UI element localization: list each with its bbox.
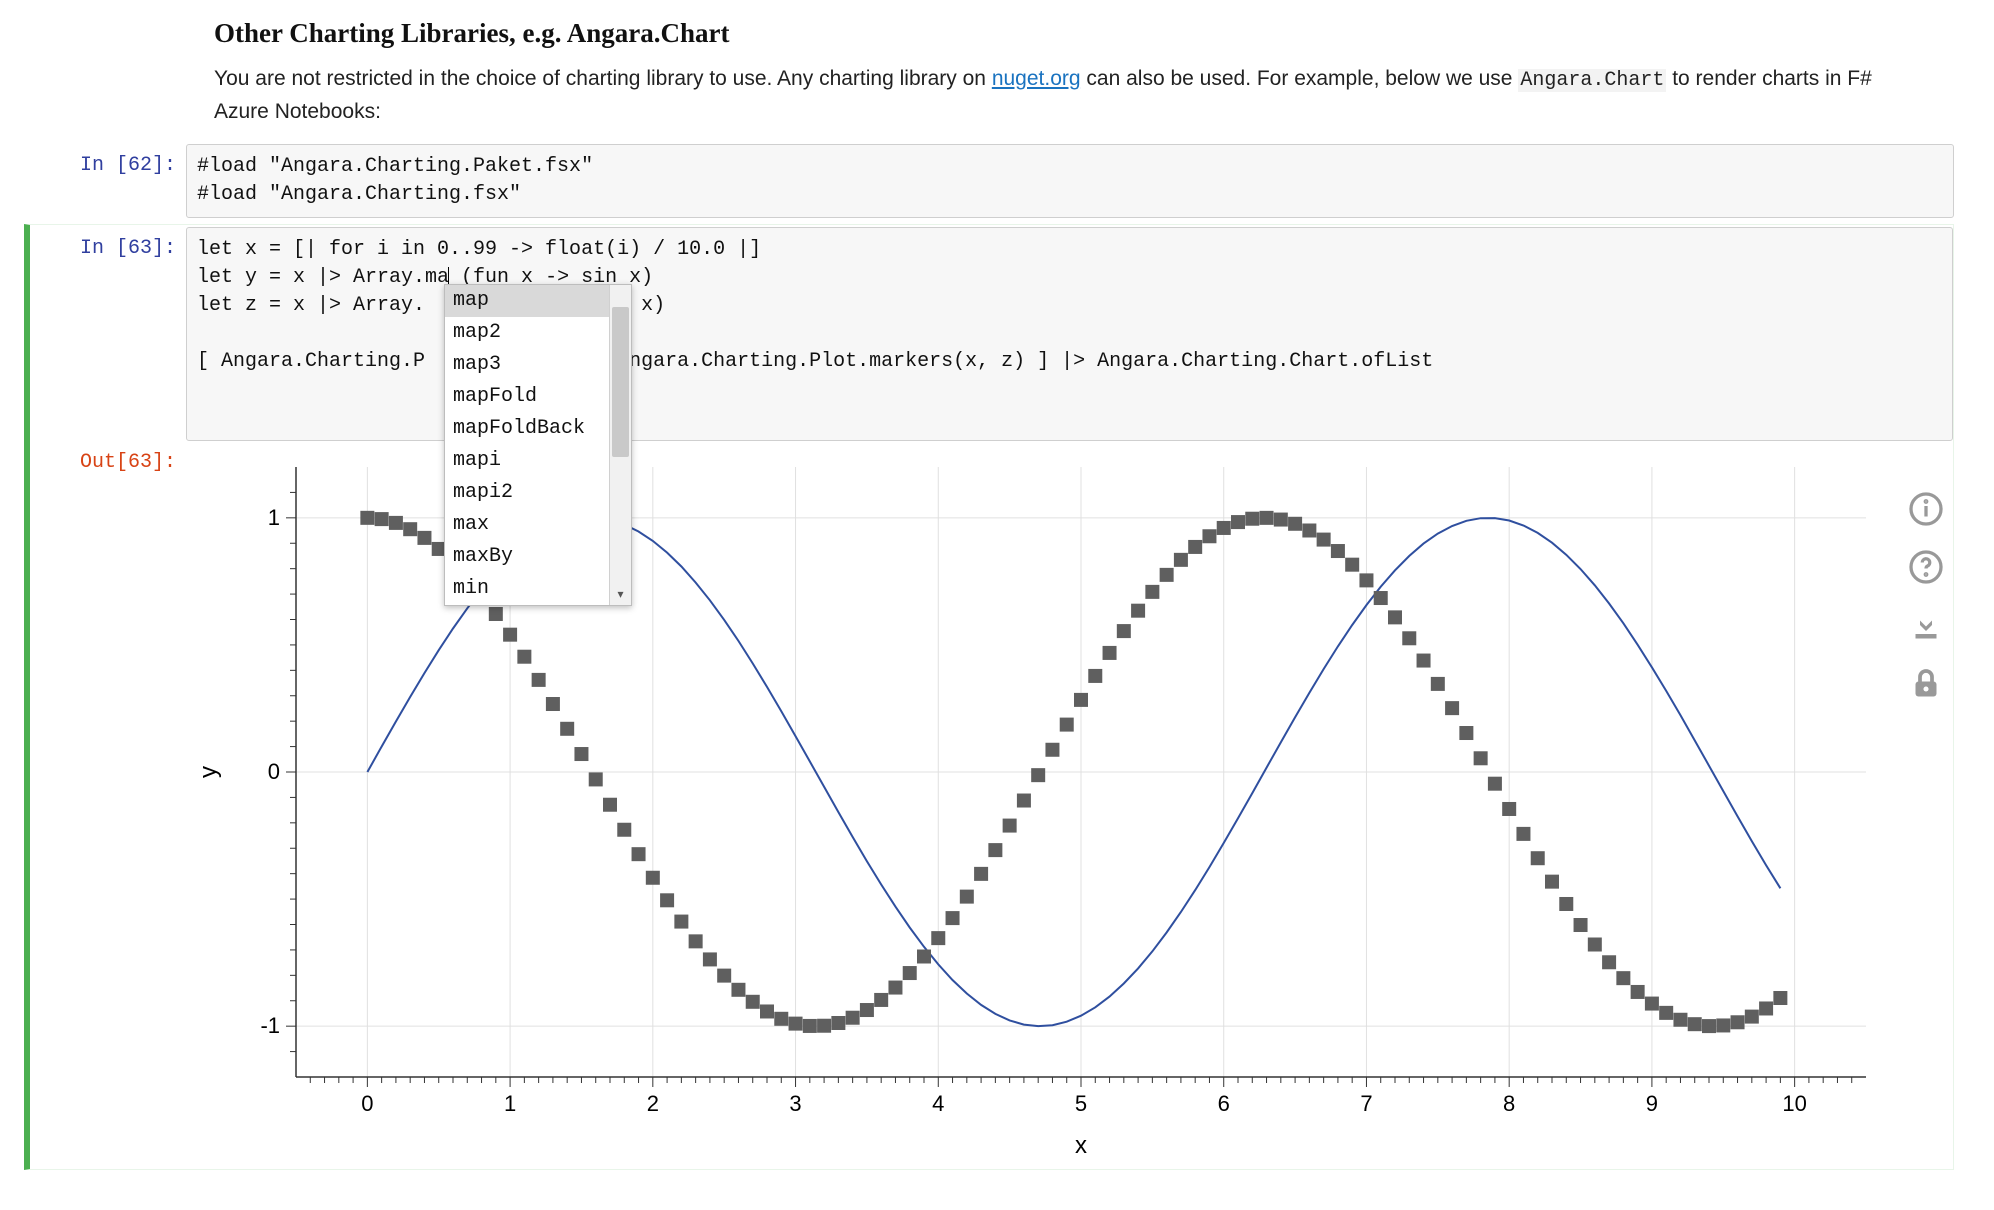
code-cell-63[interactable]: In [63]: let x = [| for i in 0..99 -> fl… xyxy=(24,224,1954,1170)
prompt-in-62: In [62]: xyxy=(30,144,186,218)
svg-text:7: 7 xyxy=(1360,1091,1372,1116)
svg-text:8: 8 xyxy=(1503,1091,1515,1116)
info-icon[interactable] xyxy=(1904,487,1948,531)
svg-text:2: 2 xyxy=(647,1091,659,1116)
body-text: You are not restricted in the choice of … xyxy=(214,67,992,90)
svg-text:6: 6 xyxy=(1218,1091,1230,1116)
scroll-thumb[interactable] xyxy=(612,307,629,457)
markdown-output: Other Charting Libraries, e.g. Angara.Ch… xyxy=(214,18,1914,128)
svg-text:5: 5 xyxy=(1075,1091,1087,1116)
lock-icon[interactable] xyxy=(1904,661,1948,705)
prompt-in-63: In [63]: xyxy=(30,227,186,441)
svg-text:9: 9 xyxy=(1646,1091,1658,1116)
autocomplete-item[interactable]: min xyxy=(445,573,609,605)
section-heading: Other Charting Libraries, e.g. Angara.Ch… xyxy=(214,18,1914,49)
autocomplete-item[interactable]: map3 xyxy=(445,349,609,381)
autocomplete-item[interactable]: map xyxy=(445,285,609,317)
angara-chart-code: Angara.Chart xyxy=(1518,69,1666,92)
scroll-down-arrow[interactable]: ▾ xyxy=(610,585,631,605)
svg-text:1: 1 xyxy=(504,1091,516,1116)
svg-text:-1: -1 xyxy=(260,1013,280,1038)
svg-text:4: 4 xyxy=(932,1091,944,1116)
body-text: can also be used. For example, below we … xyxy=(1086,67,1518,90)
svg-text:y: y xyxy=(195,766,222,778)
download-icon[interactable] xyxy=(1904,603,1948,647)
autocomplete-item[interactable]: max xyxy=(445,509,609,541)
chart-toolbar xyxy=(1904,487,1948,705)
code-editor-62[interactable]: #load "Angara.Charting.Paket.fsx" #load … xyxy=(186,144,1954,218)
autocomplete-item[interactable]: mapFoldBack xyxy=(445,413,609,445)
code-editor-63[interactable]: let x = [| for i in 0..99 -> float(i) / … xyxy=(186,227,1953,441)
autocomplete-item[interactable]: maxBy xyxy=(445,541,609,573)
code-cell-62[interactable]: In [62]: #load "Angara.Charting.Paket.fs… xyxy=(24,142,1954,220)
autocomplete-scrollbar[interactable]: ▴ ▾ xyxy=(609,285,631,605)
svg-text:10: 10 xyxy=(1782,1091,1806,1116)
svg-text:0: 0 xyxy=(268,759,280,784)
autocomplete-item[interactable]: mapi xyxy=(445,445,609,477)
autocomplete-item[interactable]: mapi2 xyxy=(445,477,609,509)
svg-text:1: 1 xyxy=(268,504,280,529)
svg-text:x: x xyxy=(1075,1132,1087,1159)
svg-text:0: 0 xyxy=(361,1091,373,1116)
nuget-link[interactable]: nuget.org xyxy=(992,67,1081,90)
section-paragraph: You are not restricted in the choice of … xyxy=(214,63,1914,128)
autocomplete-item[interactable]: mapFold xyxy=(445,381,609,413)
autocomplete-item[interactable]: map2 xyxy=(445,317,609,349)
prompt-out-63: Out[63]: xyxy=(30,441,186,1167)
help-icon[interactable] xyxy=(1904,545,1948,589)
svg-text:3: 3 xyxy=(789,1091,801,1116)
autocomplete-popup[interactable]: mapmap2map3mapFoldmapFoldBackmapimapi2ma… xyxy=(444,284,632,606)
